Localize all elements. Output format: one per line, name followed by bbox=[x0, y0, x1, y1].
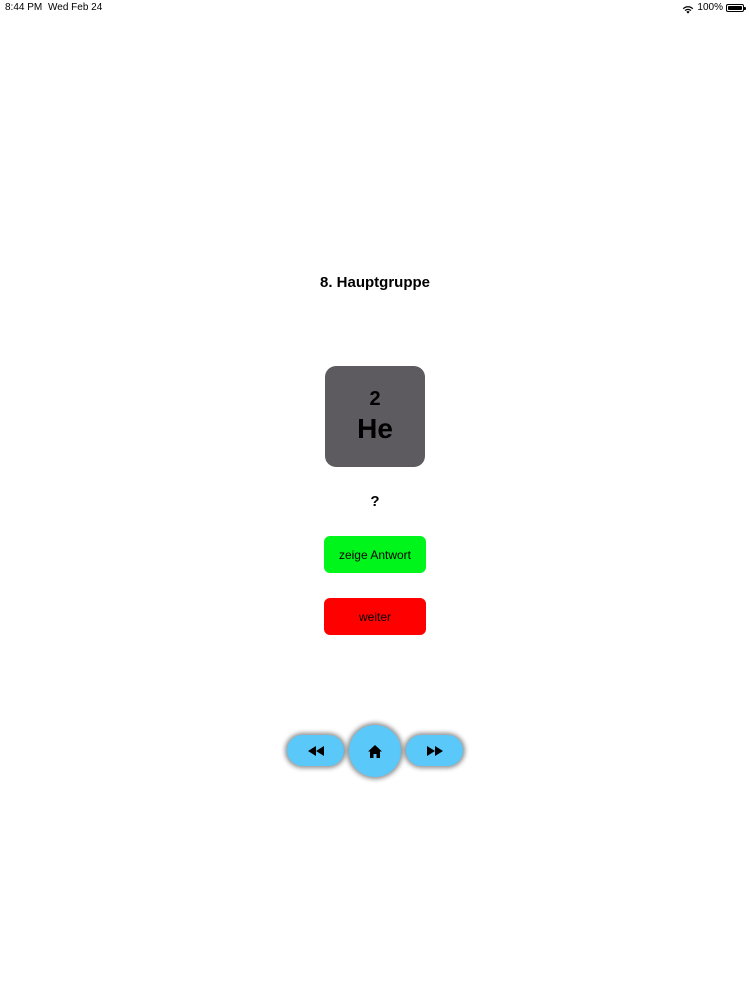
home-button[interactable] bbox=[349, 725, 401, 777]
home-icon bbox=[368, 744, 382, 758]
forward-button[interactable] bbox=[406, 735, 463, 766]
status-date: Wed Feb 24 bbox=[48, 2, 103, 13]
answer-placeholder: ? bbox=[370, 493, 380, 510]
previous-button[interactable] bbox=[287, 735, 344, 766]
wifi-icon bbox=[682, 4, 694, 14]
battery-icon bbox=[726, 4, 746, 12]
element-tile: 2 He bbox=[325, 366, 425, 467]
next-button[interactable]: weiter bbox=[324, 598, 426, 635]
battery-level bbox=[728, 6, 742, 10]
atomic-number: 2 bbox=[369, 388, 381, 410]
rewind-icon bbox=[307, 745, 324, 756]
show-answer-button[interactable]: zeige Antwort bbox=[324, 536, 426, 573]
status-bar: 8:44 PM Wed Feb 24 100% bbox=[0, 0, 750, 16]
status-indicators: 100% bbox=[682, 0, 746, 16]
battery-percentage: 100% bbox=[697, 2, 723, 13]
status-time: 8:44 PM bbox=[5, 2, 43, 13]
group-title: 8. Hauptgruppe bbox=[319, 274, 430, 291]
element-symbol: He bbox=[357, 413, 393, 444]
fast-forward-icon bbox=[426, 745, 443, 756]
